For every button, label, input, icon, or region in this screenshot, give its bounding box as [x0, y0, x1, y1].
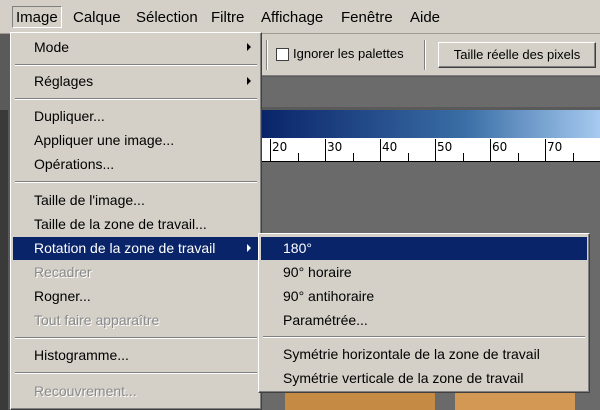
ruler-tick	[353, 153, 354, 161]
menu-filtre[interactable]: Filtre	[208, 7, 247, 29]
submenu-item-90-horaire[interactable]: 90° horaire	[261, 261, 587, 284]
ruler-tick	[545, 139, 546, 161]
submenu-arrow-icon	[247, 77, 251, 85]
ruler-tick	[325, 139, 326, 161]
submenu-item-symetrie-verticale[interactable]: Symétrie verticale de la zone de travail	[261, 367, 587, 390]
ruler-label: 50	[437, 140, 453, 154]
menu-item-histogramme[interactable]: Histogramme...	[13, 344, 259, 367]
menu-item-reglages[interactable]: Réglages	[13, 70, 259, 93]
ruler-tick	[573, 153, 574, 161]
photo-area	[285, 392, 435, 410]
menu-bar: Image Calque Sélection Filtre Affichage …	[0, 0, 600, 34]
ruler-label: 60	[492, 140, 508, 154]
photo-area	[455, 392, 575, 410]
menu-item-taille-image[interactable]: Taille de l'image...	[13, 189, 259, 212]
menu-item-label: Réglages	[34, 73, 94, 89]
menu-item-appliquer-image[interactable]: Appliquer une image...	[13, 129, 259, 152]
ruler-label: 40	[382, 140, 398, 154]
submenu-item-symetrie-horizontale[interactable]: Symétrie horizontale de la zone de trava…	[261, 343, 587, 366]
menu-separator	[263, 336, 585, 338]
menu-item-mode[interactable]: Mode	[13, 36, 259, 59]
menu-aide[interactable]: Aide	[407, 7, 443, 29]
document-edge	[0, 110, 8, 410]
submenu-arrow-icon	[247, 43, 251, 51]
menu-separator	[15, 372, 257, 374]
rotation-submenu: 180° 90° horaire 90° antihoraire Paramét…	[258, 233, 590, 393]
menu-item-label: Mode	[34, 39, 70, 55]
submenu-arrow-icon	[247, 244, 251, 252]
menu-separator	[15, 181, 257, 183]
menu-separator	[15, 64, 257, 66]
toolbar-separator	[424, 40, 426, 70]
menu-item-recadrer: Recadrer	[34, 264, 92, 280]
menu-item-label: Rotation de la zone de travail	[34, 240, 216, 256]
ruler-tick	[490, 139, 491, 161]
ignore-palettes-checkbox[interactable]	[276, 48, 289, 61]
menu-separator	[15, 98, 257, 100]
ruler-label: 20	[272, 140, 288, 154]
menu-affichage[interactable]: Affichage	[258, 7, 326, 29]
ignore-palettes-label: Ignorer les palettes	[293, 46, 404, 61]
ruler-tick	[270, 139, 271, 161]
menu-item-recouvrement: Recouvrement...	[34, 383, 137, 399]
menu-selection[interactable]: Sélection	[133, 7, 201, 29]
menu-image[interactable]: Image	[12, 6, 62, 28]
ruler-tick	[380, 139, 381, 161]
menu-item-operations[interactable]: Opérations...	[13, 153, 259, 176]
ruler-tick	[408, 153, 409, 161]
menu-item-dupliquer[interactable]: Dupliquer...	[13, 105, 259, 128]
ruler-tick	[463, 153, 464, 161]
menu-item-rogner[interactable]: Rogner...	[13, 285, 259, 308]
menu-item-tout-faire-apparaitre: Tout faire apparaître	[34, 312, 160, 328]
ruler-tick	[518, 153, 519, 161]
ruler-tick	[298, 153, 299, 161]
horizontal-ruler: 20 30 40 50 60 70	[262, 138, 600, 162]
menu-item-rotation-zone-travail[interactable]: Rotation de la zone de travail	[13, 237, 259, 260]
toolbar-separator	[266, 40, 268, 70]
ruler-label: 70	[547, 140, 563, 154]
submenu-item-180[interactable]: 180°	[261, 237, 587, 260]
menu-fenetre[interactable]: Fenêtre	[338, 7, 396, 29]
ruler-label: 30	[327, 140, 343, 154]
menu-separator	[15, 337, 257, 339]
submenu-item-90-antihoraire[interactable]: 90° antihoraire	[261, 285, 587, 308]
menu-calque[interactable]: Calque	[70, 7, 124, 29]
ruler-tick	[435, 139, 436, 161]
image-menu-dropdown: Mode Réglages Dupliquer... Appliquer une…	[10, 32, 262, 410]
submenu-item-parametree[interactable]: Paramétrée...	[261, 309, 587, 332]
actual-pixels-button[interactable]: Taille réelle des pixels	[438, 42, 596, 68]
menu-item-taille-zone-travail[interactable]: Taille de la zone de travail...	[13, 213, 259, 236]
workspace-strip	[262, 77, 600, 107]
document-title-bar[interactable]	[262, 110, 600, 138]
